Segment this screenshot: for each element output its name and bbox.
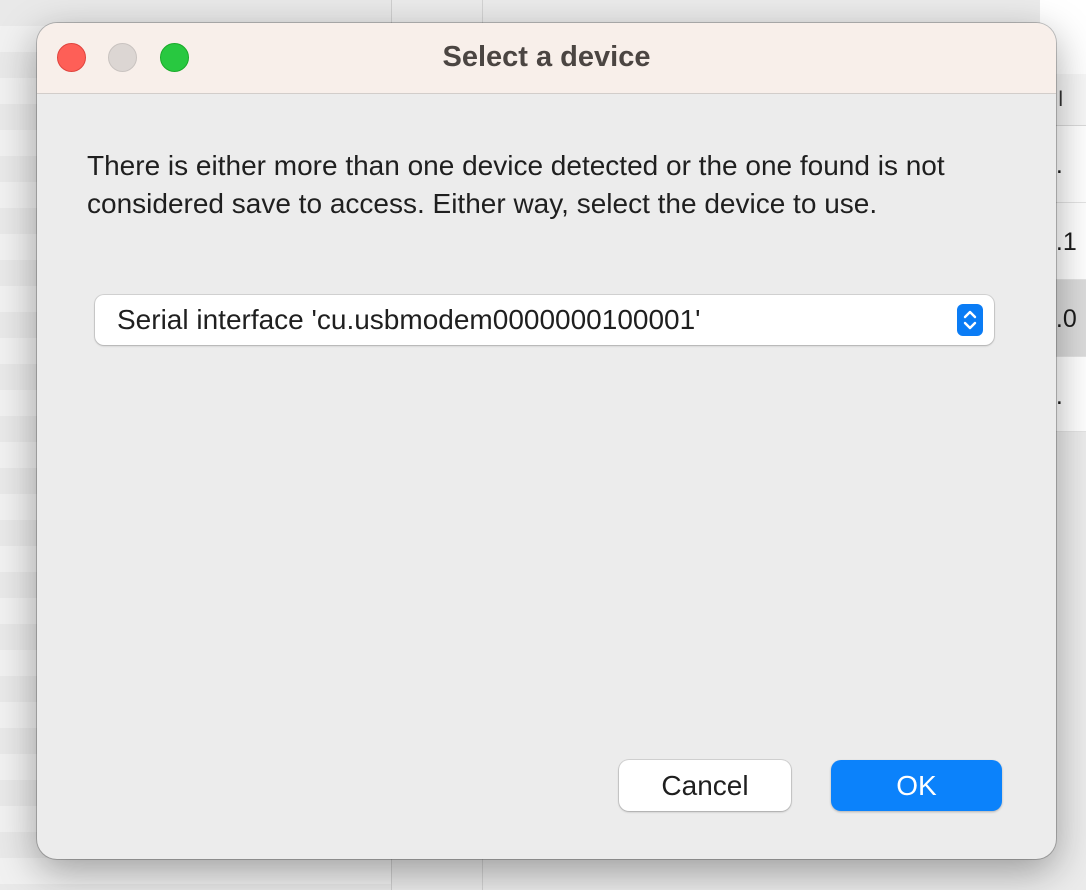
title-bar: Select a device xyxy=(37,23,1056,94)
device-select-value: Serial interface 'cu.usbmodem00000001000… xyxy=(117,304,701,335)
ok-button[interactable]: OK xyxy=(831,760,1002,811)
dialog-title: Select a device xyxy=(442,41,651,73)
cancel-button[interactable]: Cancel xyxy=(619,760,791,811)
dialog-message: There is either more than one device det… xyxy=(87,150,945,219)
device-select-dropdown[interactable]: Serial interface 'cu.usbmodem00000001000… xyxy=(95,295,994,345)
select-device-dialog: Select a device There is either more tha… xyxy=(37,23,1056,859)
up-down-chevron-icon[interactable] xyxy=(957,304,983,336)
